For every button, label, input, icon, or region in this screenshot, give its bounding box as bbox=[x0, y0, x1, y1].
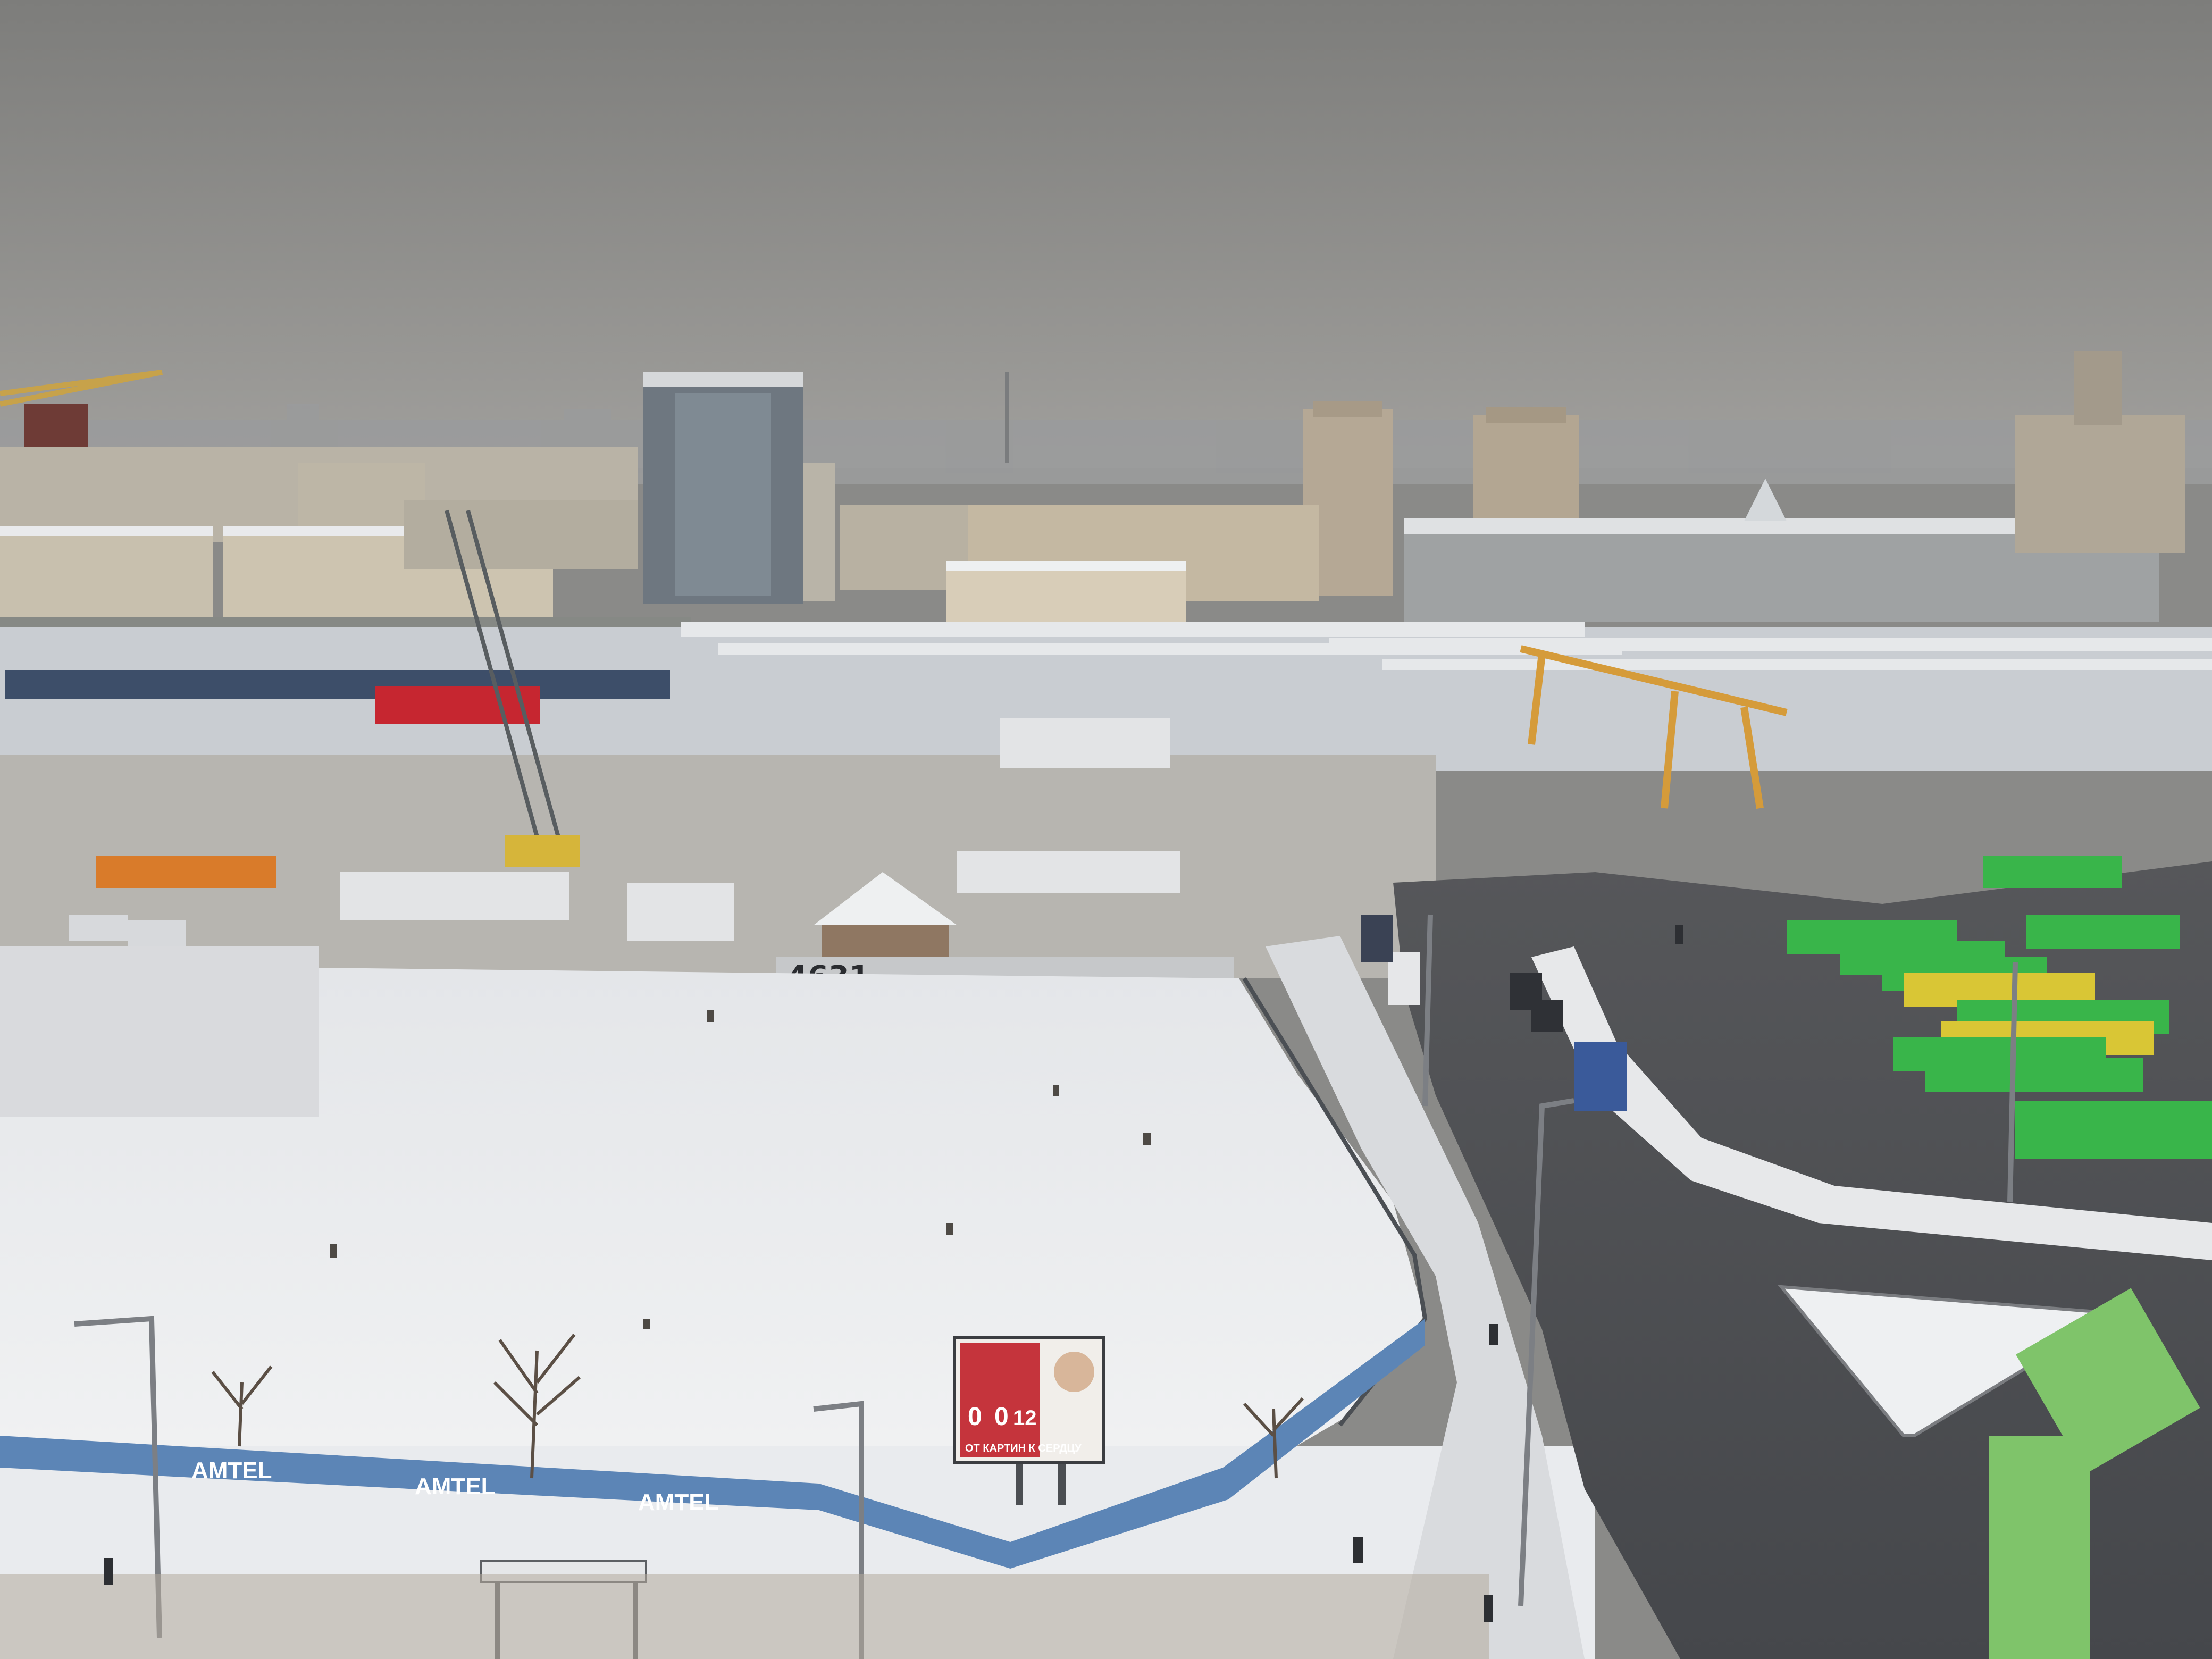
snow-left-lot bbox=[0, 946, 319, 1117]
yellow-excavator bbox=[505, 835, 580, 867]
orange-truck bbox=[96, 856, 276, 888]
billboard-caption: OT КАРТИН К СЕРДЦУ bbox=[965, 1443, 1082, 1454]
fence-logo-2: AMTEL bbox=[415, 1473, 496, 1499]
billboard-digit-1: 0 bbox=[968, 1403, 982, 1431]
photo-scene: 4631 AMTEL AMTEL AMTEL 0 0 12 OT КАРТИН … bbox=[0, 0, 2212, 1659]
winter-city-photo: 4631 AMTEL AMTEL AMTEL 0 0 12 OT КАРТИН … bbox=[0, 0, 2212, 1659]
red-building-left bbox=[24, 404, 88, 452]
fence-logo-3: AMTEL bbox=[638, 1489, 719, 1515]
billboard-digit-3: 12 bbox=[1013, 1406, 1037, 1430]
billboard-digit-2: 0 bbox=[994, 1403, 1009, 1431]
fence-logo-1: AMTEL bbox=[191, 1457, 272, 1484]
trolleybus-bottom bbox=[1989, 1436, 2090, 1659]
sidewalk-bottom bbox=[0, 1574, 1489, 1659]
red-locomotive bbox=[375, 686, 540, 724]
sky bbox=[0, 0, 2212, 468]
